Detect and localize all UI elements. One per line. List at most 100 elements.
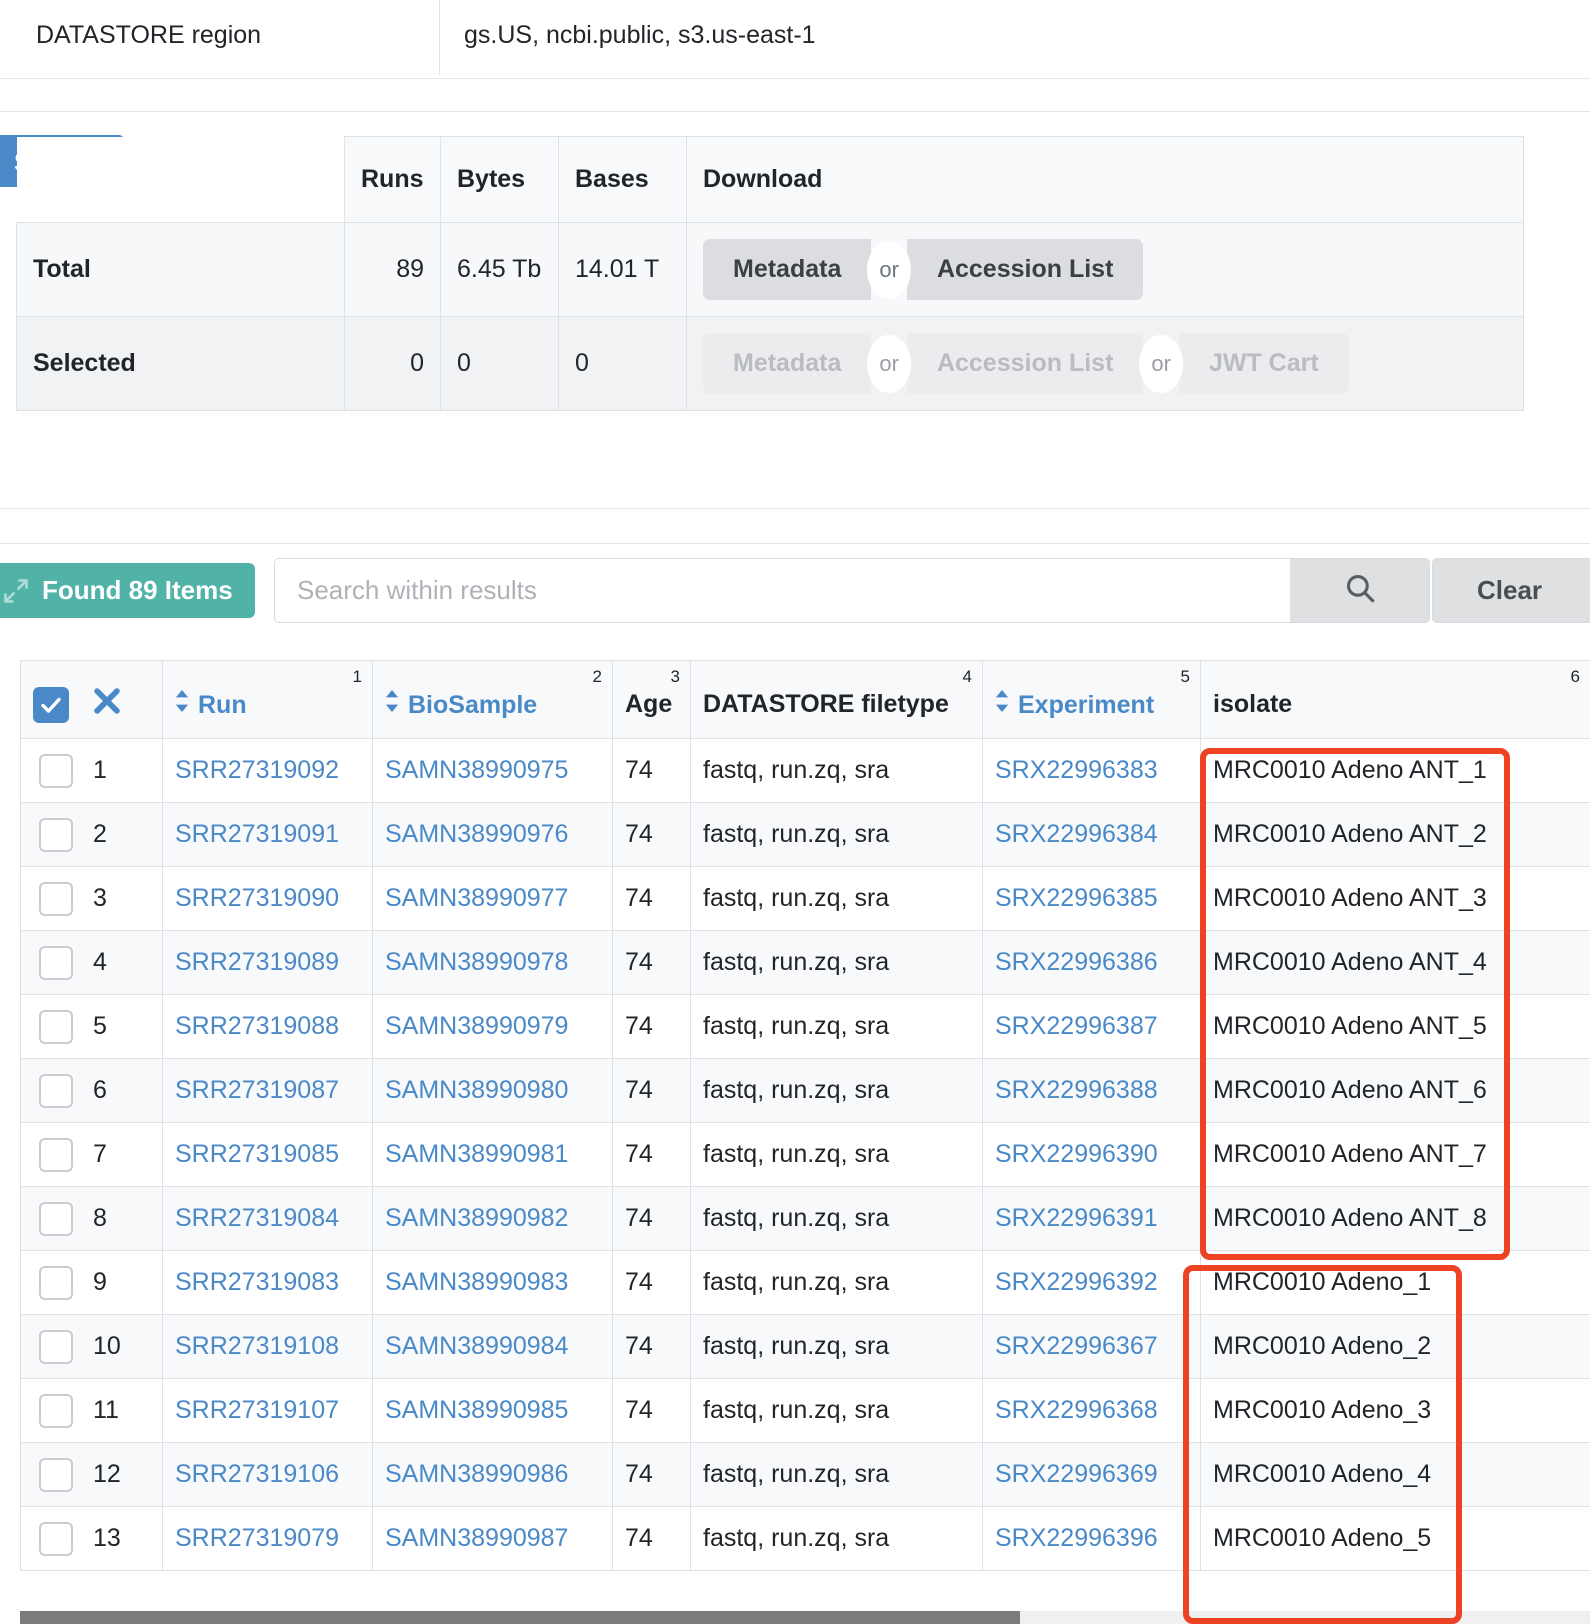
row-checkbox[interactable]	[39, 817, 73, 852]
row-experiment-cell: SRX22996396	[982, 1506, 1201, 1571]
experiment-link[interactable]: SRX22996387	[995, 1012, 1158, 1040]
biosample-link[interactable]: SAMN38990981	[385, 1140, 568, 1168]
row-checkbox[interactable]	[39, 1521, 73, 1556]
biosample-link[interactable]: SAMN38990983	[385, 1268, 568, 1296]
biosample-link[interactable]: SAMN38990980	[385, 1076, 568, 1104]
row-isolate-cell: MRC0010 Adeno ANT_2	[1200, 802, 1590, 867]
row-isolate-cell: MRC0010 Adeno ANT_3	[1200, 866, 1590, 931]
run-link[interactable]: SRR27319091	[175, 820, 339, 848]
row-checkbox[interactable]	[39, 1073, 73, 1108]
run-link[interactable]: SRR27319090	[175, 884, 339, 912]
biosample-link[interactable]: SAMN38990985	[385, 1396, 568, 1424]
row-run-cell: SRR27319091	[162, 802, 373, 867]
results-header-run-number: 1	[352, 667, 362, 686]
summary-row-selected: Selected 0 0 0 Metadata or Accession Lis…	[16, 316, 1524, 411]
row-age-cell: 74	[612, 1250, 691, 1315]
row-experiment-cell: SRX22996385	[982, 866, 1201, 931]
horizontal-scrollbar-thumb[interactable]	[20, 1611, 1020, 1624]
row-checkbox[interactable]	[39, 1393, 73, 1428]
row-checkbox[interactable]	[39, 753, 73, 788]
row-datastore-filetype-cell: fastq, run.zq, sra	[690, 866, 983, 931]
sort-icon[interactable]	[385, 689, 399, 719]
search-submit-button[interactable]	[1290, 558, 1430, 623]
sort-icon[interactable]	[175, 689, 189, 719]
run-link[interactable]: SRR27319085	[175, 1140, 339, 1168]
row-run-cell: SRR27319079	[162, 1506, 373, 1571]
row-age-cell: 74	[612, 802, 691, 867]
row-selection-cell: 3	[20, 866, 163, 931]
biosample-link[interactable]: SAMN38990978	[385, 948, 568, 976]
selected-download-accession-list-button: Accession List	[906, 333, 1144, 394]
row-selection-cell: 2	[20, 802, 163, 867]
results-table-scroll-area[interactable]: 1 Run 2 BioSample 3 Age 4 DATASTORE file…	[20, 660, 1590, 1615]
results-header-run-label[interactable]: Run	[198, 691, 247, 719]
row-checkbox[interactable]	[39, 945, 73, 980]
biosample-link[interactable]: SAMN38990982	[385, 1204, 568, 1232]
row-index: 6	[93, 1076, 107, 1104]
experiment-link[interactable]: SRX22996386	[995, 948, 1158, 976]
row-checkbox[interactable]	[39, 1329, 73, 1364]
run-link[interactable]: SRR27319106	[175, 1460, 339, 1488]
biosample-link[interactable]: SAMN38990979	[385, 1012, 568, 1040]
experiment-link[interactable]: SRX22996390	[995, 1140, 1158, 1168]
search-within-results-input[interactable]	[274, 558, 1290, 623]
run-link[interactable]: SRR27319083	[175, 1268, 339, 1296]
run-link[interactable]: SRR27319107	[175, 1396, 339, 1424]
run-link[interactable]: SRR27319079	[175, 1524, 339, 1552]
run-link[interactable]: SRR27319088	[175, 1012, 339, 1040]
experiment-link[interactable]: SRX22996384	[995, 820, 1158, 848]
section-divider-top	[0, 78, 1590, 112]
results-header-age: 3 Age	[612, 660, 691, 739]
experiment-link[interactable]: SRX22996369	[995, 1460, 1158, 1488]
experiment-link[interactable]: SRX22996388	[995, 1076, 1158, 1104]
select-all-checkbox[interactable]	[33, 686, 69, 723]
biosample-link[interactable]: SAMN38990987	[385, 1524, 568, 1552]
biosample-link[interactable]: SAMN38990986	[385, 1460, 568, 1488]
experiment-link[interactable]: SRX22996385	[995, 884, 1158, 912]
run-link[interactable]: SRR27319108	[175, 1332, 339, 1360]
row-checkbox[interactable]	[39, 1457, 73, 1492]
total-download-accession-list-button[interactable]: Accession List	[906, 239, 1144, 300]
row-age-cell: 74	[612, 1058, 691, 1123]
summary-row-total: Total 89 6.45 Tb 14.01 T Metadata or Acc…	[16, 222, 1524, 317]
biosample-link[interactable]: SAMN38990977	[385, 884, 568, 912]
experiment-link[interactable]: SRX22996368	[995, 1396, 1158, 1424]
results-header-isolate-label: isolate	[1213, 690, 1293, 718]
clear-search-button[interactable]: Clear	[1432, 558, 1590, 623]
row-checkbox[interactable]	[39, 1137, 73, 1172]
horizontal-scrollbar[interactable]	[20, 1611, 1590, 1624]
results-header-biosample-label[interactable]: BioSample	[408, 691, 537, 719]
experiment-link[interactable]: SRX22996391	[995, 1204, 1158, 1232]
results-header-selection	[20, 660, 163, 739]
sort-icon[interactable]	[995, 689, 1009, 719]
run-link[interactable]: SRR27319084	[175, 1204, 339, 1232]
experiment-link[interactable]: SRX22996383	[995, 756, 1158, 784]
run-link[interactable]: SRR27319092	[175, 756, 339, 784]
row-experiment-cell: SRX22996388	[982, 1058, 1201, 1123]
biosample-link[interactable]: SAMN38990975	[385, 756, 568, 784]
experiment-link[interactable]: SRX22996396	[995, 1524, 1158, 1552]
biosample-link[interactable]: SAMN38990984	[385, 1332, 568, 1360]
row-experiment-cell: SRX22996390	[982, 1122, 1201, 1187]
row-selection-cell: 6	[20, 1058, 163, 1123]
biosample-link[interactable]: SAMN38990976	[385, 820, 568, 848]
selected-download-or-2: or	[1139, 334, 1183, 393]
row-checkbox[interactable]	[39, 1009, 73, 1044]
run-link[interactable]: SRR27319087	[175, 1076, 339, 1104]
results-header-experiment[interactable]: 5 Experiment	[982, 660, 1201, 739]
results-header-run[interactable]: 1 Run	[162, 660, 373, 739]
run-link[interactable]: SRR27319089	[175, 948, 339, 976]
results-header-experiment-label[interactable]: Experiment	[1018, 691, 1154, 719]
row-checkbox[interactable]	[39, 1265, 73, 1300]
table-row: 9 SRR27319083 SAMN38990983 74 fastq, run.zq,…	[20, 1250, 1590, 1315]
results-header-biosample[interactable]: 2 BioSample	[372, 660, 613, 739]
row-checkbox[interactable]	[39, 881, 73, 916]
experiment-link[interactable]: SRX22996367	[995, 1332, 1158, 1360]
row-checkbox[interactable]	[39, 1201, 73, 1236]
clear-all-selection-icon[interactable]	[90, 684, 124, 725]
datastore-region-value: gs.US, ncbi.public, s3.us-east-1	[464, 20, 816, 49]
total-download-metadata-button[interactable]: Metadata	[703, 239, 872, 300]
results-header-datastore-filetype-number: 4	[962, 667, 972, 686]
selected-download-group: Metadata or Accession List or JWT Cart	[703, 333, 1507, 394]
experiment-link[interactable]: SRX22996392	[995, 1268, 1158, 1296]
